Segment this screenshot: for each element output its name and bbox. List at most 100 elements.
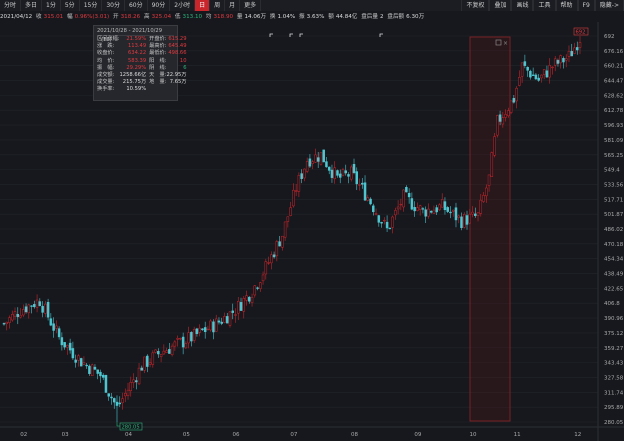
candle-up[interactable] — [162, 350, 166, 355]
candle-down[interactable] — [531, 74, 535, 76]
candle-up[interactable] — [457, 215, 460, 218]
candle-down[interactable] — [190, 331, 193, 342]
candle-down[interactable] — [465, 215, 469, 225]
candle-up[interactable] — [559, 55, 562, 64]
candle-down[interactable] — [443, 201, 447, 211]
tab-3[interactable]: 5分 — [61, 0, 80, 11]
candle-down[interactable] — [140, 367, 144, 371]
candle-up[interactable] — [319, 152, 323, 165]
candle-up[interactable] — [504, 114, 507, 118]
selected-range-box[interactable] — [469, 36, 511, 422]
candle-down[interactable] — [256, 287, 259, 289]
candle-down[interactable] — [570, 51, 573, 57]
candle-up[interactable] — [148, 362, 152, 365]
candle-down[interactable] — [52, 323, 55, 331]
tab-10[interactable]: 周 — [210, 0, 226, 11]
candle-down[interactable] — [410, 198, 414, 210]
toolbar-button-2[interactable]: 画线 — [511, 0, 534, 11]
candle-down[interactable] — [93, 366, 97, 370]
candle-up[interactable] — [55, 325, 58, 329]
candle-up[interactable] — [432, 209, 436, 214]
candle-up[interactable] — [192, 328, 196, 341]
candle-up[interactable] — [124, 393, 127, 397]
candle-up[interactable] — [418, 205, 422, 210]
candle-down[interactable] — [407, 193, 411, 198]
candle-down[interactable] — [157, 351, 160, 355]
tab-4[interactable]: 15分 — [80, 0, 103, 11]
tab-1[interactable]: 多日 — [21, 0, 43, 11]
candle-down[interactable] — [71, 348, 75, 359]
candle-up[interactable] — [179, 338, 182, 340]
candle-up[interactable] — [485, 187, 488, 197]
toolbar-button-1[interactable]: 叠加 — [489, 0, 512, 11]
candle-up[interactable] — [184, 343, 188, 349]
candle-up[interactable] — [237, 301, 240, 314]
candle-up[interactable] — [267, 262, 270, 264]
candle-up[interactable] — [143, 356, 146, 371]
candle-up[interactable] — [77, 355, 80, 361]
candle-down[interactable] — [195, 328, 199, 334]
candle-up[interactable] — [305, 161, 309, 172]
candle-up[interactable] — [264, 261, 268, 275]
candle-up[interactable] — [471, 211, 474, 215]
candle-up[interactable] — [551, 66, 554, 69]
candle-down[interactable] — [385, 221, 389, 229]
candle-down[interactable] — [446, 207, 449, 212]
candle-down[interactable] — [107, 393, 110, 397]
candle-up[interactable] — [493, 136, 496, 156]
candle-down[interactable] — [377, 215, 381, 223]
candle-down[interactable] — [338, 173, 342, 178]
candle-up[interactable] — [548, 65, 551, 78]
candle-down[interactable] — [523, 61, 527, 66]
close-icon[interactable]: × — [503, 40, 508, 47]
candle-up[interactable] — [44, 303, 47, 314]
candle-up[interactable] — [90, 364, 94, 376]
candle-down[interactable] — [168, 349, 171, 354]
candle-up[interactable] — [487, 174, 491, 186]
candle-down[interactable] — [361, 182, 364, 185]
tab-0[interactable]: 分时 — [0, 0, 22, 11]
candle-down[interactable] — [220, 321, 223, 324]
tab-8[interactable]: 2小时 — [170, 0, 196, 11]
candle-up[interactable] — [187, 332, 190, 344]
candle-up[interactable] — [507, 110, 510, 117]
candle-down[interactable] — [112, 398, 116, 403]
candle-down[interactable] — [181, 336, 185, 348]
candle-up[interactable] — [228, 311, 232, 326]
candle-down[interactable] — [248, 296, 251, 302]
candle-down[interactable] — [217, 320, 221, 323]
tab-2[interactable]: 1分 — [42, 0, 61, 11]
candle-down[interactable] — [498, 114, 502, 122]
candle-up[interactable] — [564, 58, 568, 61]
candle-down[interactable] — [60, 337, 64, 346]
candle-up[interactable] — [501, 117, 505, 125]
candle-down[interactable] — [526, 66, 529, 71]
candle-down[interactable] — [545, 70, 549, 78]
candle-down[interactable] — [355, 171, 359, 185]
candle-down[interactable] — [330, 169, 334, 178]
candle-up[interactable] — [154, 349, 157, 353]
toolbar-button-3[interactable]: 工具 — [533, 0, 556, 11]
candle-up[interactable] — [270, 254, 273, 264]
candle-down[interactable] — [347, 174, 350, 177]
candle-up[interactable] — [11, 314, 14, 321]
candle-up[interactable] — [402, 189, 405, 208]
candle-down[interactable] — [325, 161, 328, 168]
candle-up[interactable] — [19, 315, 22, 318]
tab-12[interactable]: 更多 — [240, 0, 262, 11]
candle-up[interactable] — [509, 100, 513, 113]
candle-up[interactable] — [253, 285, 257, 296]
candle-down[interactable] — [537, 77, 540, 81]
toolbar-button-5[interactable]: F9 — [577, 0, 595, 11]
candle-up[interactable] — [66, 344, 69, 348]
candle-up[interactable] — [214, 318, 218, 332]
candle-up[interactable] — [13, 311, 17, 317]
candle-up[interactable] — [250, 297, 254, 303]
candle-down[interactable] — [529, 70, 532, 78]
candle-down[interactable] — [79, 358, 83, 367]
candle-up[interactable] — [234, 314, 237, 316]
candle-up[interactable] — [542, 69, 546, 75]
candle-up[interactable] — [383, 219, 386, 222]
candle-down[interactable] — [41, 305, 44, 313]
candle-up[interactable] — [223, 316, 226, 323]
